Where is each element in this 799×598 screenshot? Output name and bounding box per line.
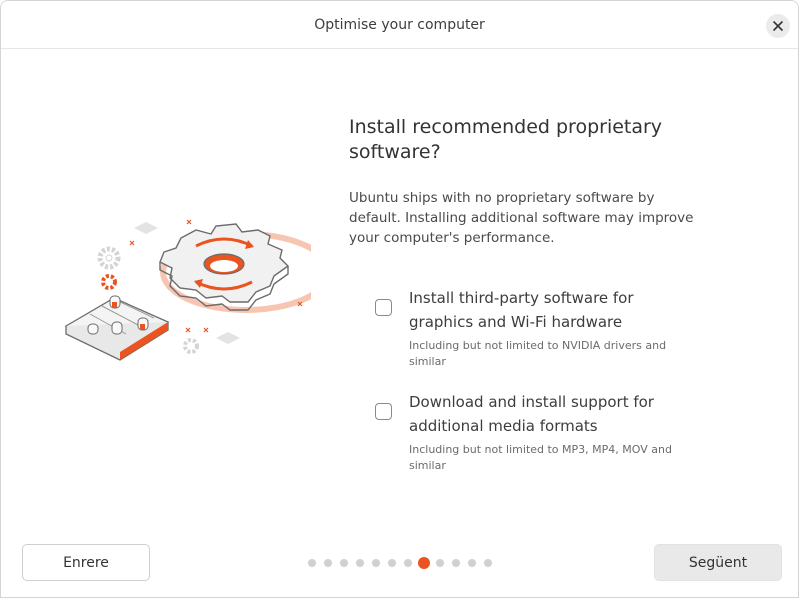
- third-party-label[interactable]: Install third-party software for graphic…: [409, 286, 699, 334]
- main-content: Install recommended proprietary software…: [349, 115, 694, 248]
- pager-dot: [356, 559, 364, 567]
- third-party-sublabel: Including but not limited to NVIDIA driv…: [409, 339, 667, 368]
- third-party-checkbox[interactable]: [375, 299, 392, 316]
- pager-dot: [340, 559, 348, 567]
- pager-dot: [452, 559, 460, 567]
- pager-dot: [372, 559, 380, 567]
- pager-dot: [324, 559, 332, 567]
- media-formats-sublabel: Including but not limited to MP3, MP4, M…: [409, 443, 672, 472]
- pager-dot: [436, 559, 444, 567]
- pager-dot: [388, 559, 396, 567]
- pager-dot-active: [418, 557, 430, 569]
- media-formats-label[interactable]: Download and install support for additio…: [409, 390, 699, 438]
- close-icon: [773, 21, 783, 31]
- installer-window: Optimise your computer Install recommend…: [0, 0, 799, 598]
- page-heading: Install recommended proprietary software…: [349, 116, 663, 163]
- pager-dot: [308, 559, 316, 567]
- header-bar: Optimise your computer: [1, 1, 798, 49]
- page-indicator: [308, 557, 500, 569]
- pager-dot: [484, 559, 492, 567]
- gears-settings-illustration: [64, 219, 311, 361]
- page-description: Ubuntu ships with no proprietary softwar…: [349, 190, 694, 246]
- back-button[interactable]: Enrere: [22, 544, 150, 581]
- close-button[interactable]: [766, 14, 790, 38]
- next-button[interactable]: Següent: [654, 544, 782, 581]
- pager-dot: [404, 559, 412, 567]
- media-formats-checkbox[interactable]: [375, 403, 392, 420]
- pager-dot: [468, 559, 476, 567]
- window-title: Optimise your computer: [314, 17, 485, 33]
